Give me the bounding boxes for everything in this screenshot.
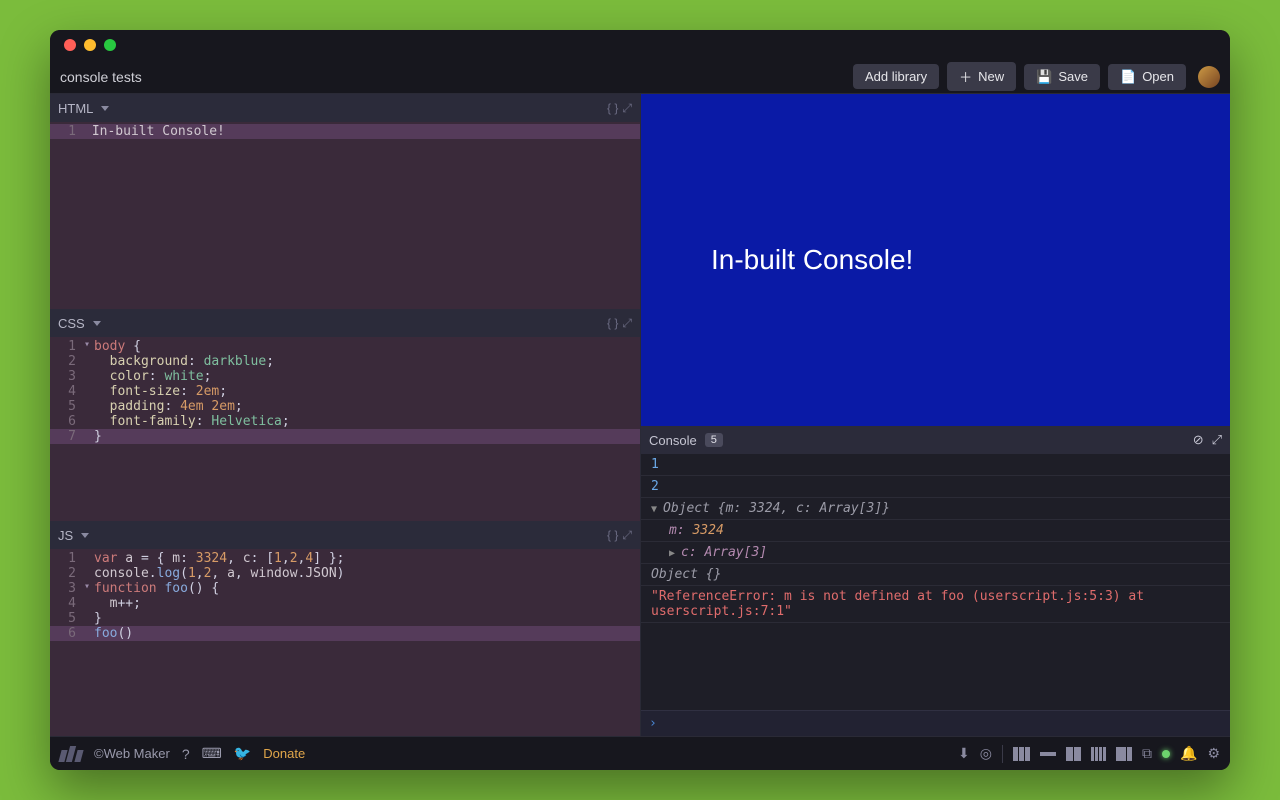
js-editor[interactable]: 1var a = { m: 3324, c: [1,2,4] }; 2conso… bbox=[50, 549, 640, 736]
app-window: console tests Add library ＋ New 💾 Save 📄… bbox=[50, 30, 1230, 770]
layout-5-icon[interactable] bbox=[1116, 747, 1132, 761]
open-button[interactable]: 📄 Open bbox=[1108, 64, 1186, 90]
js-pane-label: JS bbox=[58, 528, 73, 543]
download-icon[interactable]: ⬇ bbox=[958, 745, 970, 762]
keyboard-icon[interactable]: ⌨ bbox=[202, 745, 222, 762]
console-log: 2 bbox=[641, 476, 1230, 498]
css-pane-label: CSS bbox=[58, 316, 85, 331]
plus-icon: ＋ bbox=[959, 67, 972, 86]
gear-icon[interactable]: ⚙ bbox=[1207, 745, 1220, 762]
html-pane: HTML { } ⤢ 1 In-built Console! bbox=[50, 94, 640, 309]
html-pane-label: HTML bbox=[58, 101, 93, 116]
codepen-icon[interactable]: ◎ bbox=[980, 745, 992, 762]
notifications-icon[interactable]: 🔔 bbox=[1180, 745, 1197, 762]
console-header[interactable]: Console 5 ⊘ ⤢ bbox=[641, 426, 1230, 454]
chevron-down-icon bbox=[101, 106, 109, 111]
expand-icon[interactable]: ⤢ bbox=[1212, 432, 1222, 448]
console-log-object[interactable]: ▼Object {m: 3324, c: Array[3]} bbox=[641, 498, 1230, 520]
preview-column: In-built Console! Console 5 ⊘ ⤢ 1 2 ▼Obj… bbox=[640, 94, 1230, 736]
layout-4-icon[interactable] bbox=[1091, 747, 1106, 761]
donate-link[interactable]: Donate bbox=[263, 746, 305, 761]
css-editor[interactable]: 1▾body { 2 background: darkblue; 3 color… bbox=[50, 337, 640, 521]
console-error: "ReferenceError: m is not defined at foo… bbox=[641, 586, 1230, 623]
save-icon: 💾 bbox=[1036, 69, 1052, 85]
console-log-prop: m: 3324 bbox=[641, 520, 1230, 542]
console-panel: Console 5 ⊘ ⤢ 1 2 ▼Object {m: 3324, c: A… bbox=[641, 426, 1230, 736]
clear-console-icon[interactable]: ⊘ bbox=[1193, 432, 1204, 448]
braces-icon[interactable]: { } bbox=[607, 101, 618, 115]
html-editor[interactable]: 1 In-built Console! bbox=[50, 122, 640, 309]
close-icon[interactable] bbox=[64, 39, 76, 51]
chevron-right-icon: ▶ bbox=[669, 548, 681, 559]
new-label: New bbox=[978, 69, 1004, 84]
brand-label: ©Web Maker bbox=[94, 746, 170, 761]
console-log-prop[interactable]: ▶c: Array[3] bbox=[641, 542, 1230, 564]
open-label: Open bbox=[1142, 69, 1174, 84]
brand-logo-icon[interactable] bbox=[60, 746, 82, 762]
expand-icon[interactable]: ⤢ bbox=[622, 316, 632, 331]
add-library-label: Add library bbox=[865, 69, 927, 84]
expand-icon[interactable]: ⤢ bbox=[622, 101, 632, 116]
console-log-object[interactable]: Object {} bbox=[641, 564, 1230, 586]
avatar[interactable] bbox=[1198, 66, 1220, 88]
console-log: 1 bbox=[641, 454, 1230, 476]
status-dot-icon bbox=[1162, 750, 1170, 758]
titlebar bbox=[50, 30, 1230, 60]
save-button[interactable]: 💾 Save bbox=[1024, 64, 1100, 90]
console-count-badge: 5 bbox=[705, 433, 723, 447]
html-pane-header[interactable]: HTML { } ⤢ bbox=[50, 94, 640, 122]
detached-preview-icon[interactable]: ⧉ bbox=[1142, 745, 1152, 762]
js-pane-header[interactable]: JS { } ⤢ bbox=[50, 521, 640, 549]
topbar: console tests Add library ＋ New 💾 Save 📄… bbox=[50, 60, 1230, 94]
layout-1-icon[interactable] bbox=[1013, 747, 1030, 761]
footer: ©Web Maker ? ⌨ 🐦 Donate ⬇ ◎ ⧉ 🔔 ⚙ bbox=[50, 736, 1230, 770]
file-icon: 📄 bbox=[1120, 69, 1136, 85]
css-pane-header[interactable]: CSS { } ⤢ bbox=[50, 309, 640, 337]
minimize-icon[interactable] bbox=[84, 39, 96, 51]
editor-column: HTML { } ⤢ 1 In-built Console! CSS { } bbox=[50, 94, 640, 736]
new-button[interactable]: ＋ New bbox=[947, 62, 1016, 91]
chevron-down-icon bbox=[93, 321, 101, 326]
chevron-down-icon: ▼ bbox=[651, 504, 663, 515]
braces-icon[interactable]: { } bbox=[607, 316, 618, 330]
help-icon[interactable]: ? bbox=[182, 746, 190, 762]
css-pane: CSS { } ⤢ 1▾body { 2 background: darkblu… bbox=[50, 309, 640, 521]
project-title[interactable]: console tests bbox=[60, 69, 845, 85]
twitter-icon[interactable]: 🐦 bbox=[234, 745, 251, 762]
main: HTML { } ⤢ 1 In-built Console! CSS { } bbox=[50, 94, 1230, 736]
console-prompt: › bbox=[649, 716, 657, 731]
preview-text: In-built Console! bbox=[681, 244, 913, 276]
preview-pane: In-built Console! bbox=[641, 94, 1230, 426]
console-label: Console bbox=[649, 433, 697, 448]
layout-3-icon[interactable] bbox=[1066, 747, 1081, 761]
expand-icon[interactable]: ⤢ bbox=[622, 528, 632, 543]
add-library-button[interactable]: Add library bbox=[853, 64, 939, 89]
maximize-icon[interactable] bbox=[104, 39, 116, 51]
js-pane: JS { } ⤢ 1var a = { m: 3324, c: [1,2,4] … bbox=[50, 521, 640, 736]
layout-2-icon[interactable] bbox=[1040, 752, 1056, 756]
console-input[interactable]: › bbox=[641, 710, 1230, 736]
console-body[interactable]: 1 2 ▼Object {m: 3324, c: Array[3]} m: 33… bbox=[641, 454, 1230, 710]
save-label: Save bbox=[1058, 69, 1088, 84]
chevron-down-icon bbox=[81, 533, 89, 538]
braces-icon[interactable]: { } bbox=[607, 528, 618, 542]
divider bbox=[1002, 745, 1003, 763]
